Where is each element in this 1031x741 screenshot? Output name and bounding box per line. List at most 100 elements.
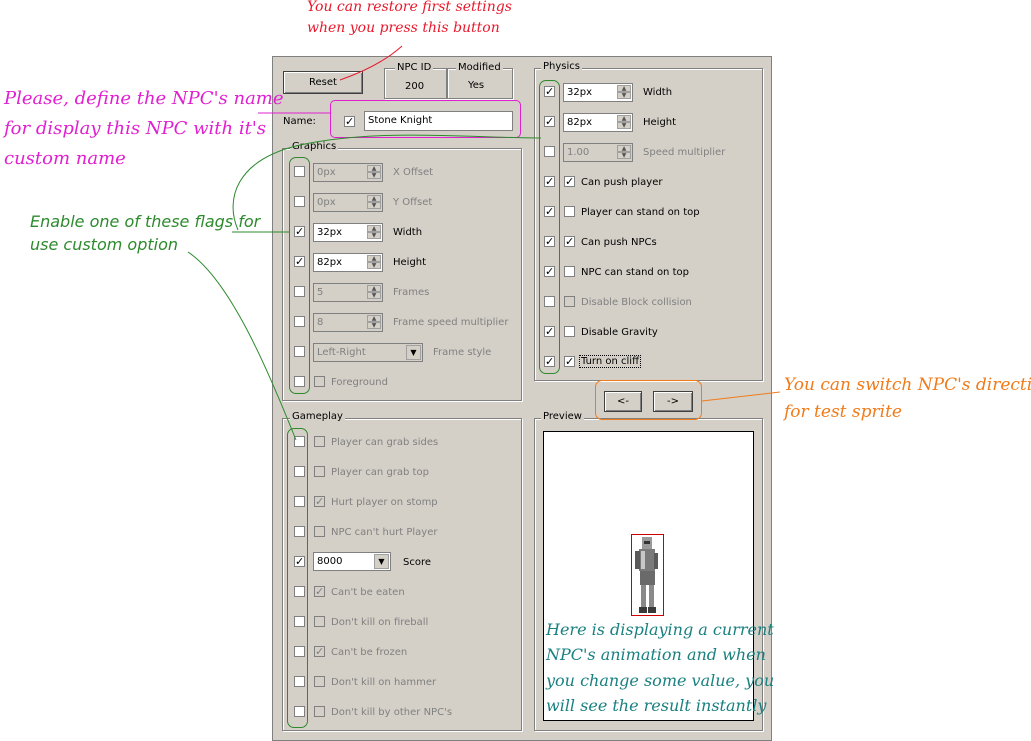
physics-height-label: Height (643, 117, 677, 128)
x-offset-spinbox[interactable]: 0px ▲ ▼ (313, 163, 383, 182)
y-offset-value: 0px (317, 197, 336, 208)
grab-sides-checkbox[interactable] (314, 436, 325, 447)
graphics-group (282, 148, 522, 401)
npc-sprite (631, 534, 664, 616)
grab-sides-label: Player can grab sides (331, 437, 439, 448)
graphics-height-label: Height (393, 257, 427, 268)
no-kill-fireball-label: Don't kill on fireball (331, 617, 429, 628)
npc-stand-on-top-checkbox[interactable] (564, 266, 575, 277)
graphics-flags-highlight (289, 157, 310, 394)
reset-note-line2: when you press this button (307, 20, 500, 36)
frames-label: Frames (393, 287, 430, 298)
disable-block-collision-checkbox[interactable] (564, 296, 575, 307)
cant-hurt-player-checkbox[interactable] (314, 526, 325, 537)
no-kill-hammer-checkbox[interactable] (314, 676, 325, 687)
x-offset-value: 0px (317, 167, 336, 178)
npc-stand-on-top-label: NPC can stand on top (581, 267, 689, 278)
player-stand-on-top-label: Player can stand on top (581, 207, 700, 218)
hurt-on-stomp-label: Hurt player on stomp (331, 497, 438, 508)
can-push-player-label: Can push player (581, 177, 663, 188)
preview-note-line2: NPC's animation and when (546, 645, 766, 664)
frame-speed-label: Frame speed multiplier (393, 317, 509, 328)
y-offset-label: Y Offset (393, 197, 433, 208)
physics-width-value: 32px (567, 87, 592, 98)
cant-be-frozen-checkbox[interactable]: ✓ (314, 646, 325, 657)
preview-title: Preview (541, 411, 584, 422)
score-value: 8000 (317, 556, 343, 567)
no-kill-other-npc-checkbox[interactable] (314, 706, 325, 717)
hurt-on-stomp-checkbox[interactable]: ✓ (314, 496, 325, 507)
cant-be-frozen-label: Can't be frozen (331, 647, 408, 658)
player-stand-on-top-checkbox[interactable] (564, 206, 575, 217)
graphics-width-value: 32px (317, 227, 342, 238)
name-note-line2: for display this NPC with it's (4, 118, 267, 139)
grab-top-checkbox[interactable] (314, 466, 325, 477)
direction-highlight-box (595, 380, 702, 420)
turn-on-cliff-checkbox[interactable]: ✓ (564, 356, 575, 367)
x-offset-label: X Offset (393, 167, 434, 178)
speed-multiplier-value: 1.00 (567, 147, 590, 158)
can-push-npcs-checkbox[interactable]: ✓ (564, 236, 575, 247)
preview-note-line4: will see the result instantly (546, 696, 767, 715)
physics-title: Physics (541, 61, 582, 72)
knight-sprite-icon (635, 537, 658, 613)
name-note-line1: Please, define the NPC's name (4, 88, 284, 109)
physics-width-label: Width (643, 87, 673, 98)
physics-height-value: 82px (567, 117, 592, 128)
frame-style-select[interactable]: Left-Right ▼ (313, 343, 423, 362)
physics-height-spinbox[interactable]: 82px ▲ ▼ (563, 113, 633, 132)
gameplay-title: Gameplay (290, 411, 345, 422)
speed-multiplier-spinbox[interactable]: 1.00 ▲ ▼ (563, 143, 633, 162)
foreground-label: Foreground (331, 377, 388, 388)
chevron-down-icon: ▼ (374, 554, 389, 569)
name-note-line3: custom name (4, 148, 126, 169)
disable-gravity-checkbox[interactable] (564, 326, 575, 337)
npc-id-title: NPC ID (395, 62, 434, 73)
direction-note-line2: for test sprite (784, 402, 902, 422)
graphics-width-spinbox[interactable]: 32px ▲ ▼ (313, 223, 383, 242)
grab-top-label: Player can grab top (331, 467, 429, 478)
frames-value: 5 (317, 287, 324, 298)
score-label: Score (403, 557, 432, 568)
frame-style-value: Left-Right (317, 347, 366, 358)
preview-note-line1: Here is displaying a current (546, 620, 774, 639)
graphics-width-label: Width (393, 227, 423, 238)
flags-note-line1: Enable one of these flags for (30, 212, 261, 231)
cant-be-eaten-label: Can't be eaten (331, 587, 405, 598)
name-highlight-box (330, 100, 521, 138)
can-push-npcs-label: Can push NPCs (581, 237, 657, 248)
no-kill-fireball-checkbox[interactable] (314, 616, 325, 627)
no-kill-other-npc-label: Don't kill by other NPC's (331, 707, 453, 718)
chevron-down-icon: ▼ (406, 345, 421, 360)
name-label: Name: (283, 116, 316, 127)
no-kill-hammer-label: Don't kill on hammer (331, 677, 437, 688)
physics-flags-highlight (539, 80, 560, 374)
cant-be-eaten-checkbox[interactable]: ✓ (314, 586, 325, 597)
frame-style-label: Frame style (433, 347, 492, 358)
preview-note-line3: you change some value, you (546, 671, 775, 690)
reset-note-line1: You can restore first settings (307, 0, 512, 15)
reset-button[interactable]: Reset (283, 71, 363, 94)
graphics-height-spinbox[interactable]: 82px ▲ ▼ (313, 253, 383, 272)
frame-speed-value: 8 (317, 317, 324, 328)
direction-note-line1: You can switch NPC's direction (784, 375, 1031, 395)
score-select[interactable]: 8000 ▼ (313, 552, 391, 571)
gameplay-flags-highlight (287, 428, 308, 728)
frame-speed-spinbox[interactable]: 8 ▲ ▼ (313, 313, 383, 332)
foreground-checkbox[interactable] (314, 376, 325, 387)
modified-title: Modified (456, 62, 503, 73)
can-push-player-checkbox[interactable]: ✓ (564, 176, 575, 187)
modified-value: Yes (468, 80, 485, 91)
disable-gravity-label: Disable Gravity (581, 327, 658, 338)
y-offset-spinbox[interactable]: 0px ▲ ▼ (313, 193, 383, 212)
cant-hurt-player-label: NPC can't hurt Player (331, 527, 438, 538)
graphics-title: Graphics (290, 141, 339, 152)
frames-spinbox[interactable]: 5 ▲ ▼ (313, 283, 383, 302)
npc-id-value: 200 (405, 81, 425, 92)
turn-on-cliff-label: Turn on cliff (579, 355, 641, 368)
physics-width-spinbox[interactable]: 32px ▲ ▼ (563, 83, 633, 102)
speed-multiplier-label: Speed multiplier (643, 147, 726, 158)
flags-note-line2: use custom option (30, 235, 179, 254)
disable-block-collision-label: Disable Block collision (581, 297, 692, 308)
graphics-height-value: 82px (317, 257, 342, 268)
